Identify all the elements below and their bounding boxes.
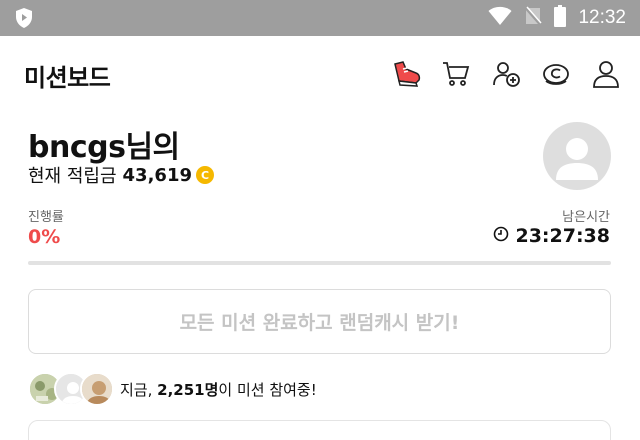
participants-count: 2,251명 (157, 380, 219, 399)
add-friend-icon[interactable] (488, 56, 524, 92)
status-time: 12:32 (578, 7, 626, 28)
no-signal-icon (524, 6, 543, 30)
profile-icon[interactable] (588, 56, 624, 92)
user-name: bncgs님의 (28, 130, 180, 165)
participant-avatars (28, 371, 116, 407)
app-bar-actions (388, 56, 624, 92)
remaining-time-value: 23:27:38 (515, 225, 610, 247)
progress-bar (28, 261, 611, 265)
mission-card[interactable] (28, 420, 611, 440)
status-bar: 12:32 (0, 0, 640, 36)
wifi-icon (488, 6, 512, 30)
participants-prefix: 지금, (120, 380, 158, 399)
avatar[interactable] (543, 122, 611, 190)
participants-row: 지금, 2,251명이 미션 참여중! (28, 370, 317, 408)
progress-label: 진행률 (28, 210, 64, 225)
battery-icon (554, 5, 567, 31)
points-label: 현재 적립금 (28, 166, 117, 187)
participants-text: 지금, 2,251명이 미션 참여중! (120, 379, 317, 400)
remaining-time-label: 남은시간 (562, 210, 610, 225)
complete-all-missions-button[interactable]: 모든 미션 완료하고 랜덤캐시 받기! (28, 289, 611, 354)
shoe-icon[interactable] (388, 56, 424, 92)
page-title: 미션보드 (24, 64, 111, 92)
app-bar: 미션보드 (0, 36, 640, 110)
coin-icon[interactable] (538, 56, 574, 92)
progress-value: 0% (28, 226, 61, 248)
coin-icon: C (196, 166, 214, 184)
participant-avatar (80, 372, 114, 406)
remaining-time: 23:27:38 (493, 225, 610, 247)
cart-icon[interactable] (438, 56, 474, 92)
participants-suffix: 이 미션 참여중! (218, 380, 317, 399)
points-value: 43,619 (122, 164, 192, 186)
clock-icon (493, 225, 509, 247)
shield-icon (14, 7, 34, 33)
points-row: 현재 적립금 43,619 C (28, 162, 214, 188)
